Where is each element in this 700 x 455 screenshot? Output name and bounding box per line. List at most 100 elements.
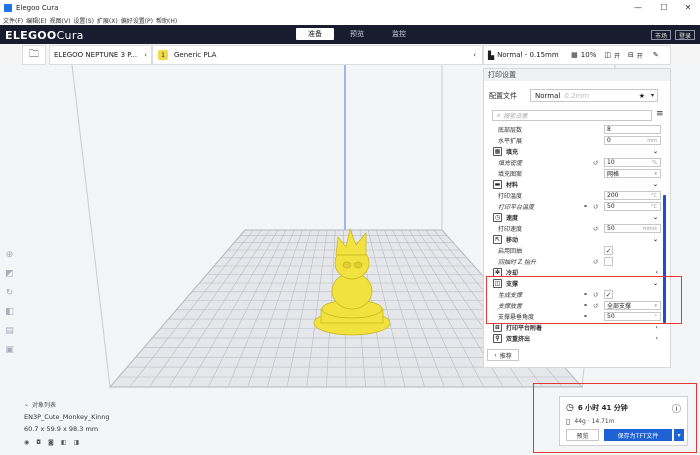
menu-help[interactable]: 帮助(H): [156, 16, 177, 25]
settings-category[interactable]: ▦ 填充 ⌄: [492, 146, 662, 157]
adhesion-state: 开: [636, 52, 643, 60]
view-3d-icon[interactable]: ◉: [24, 439, 29, 446]
linked-setting-icon[interactable]: ⚭: [583, 203, 588, 210]
chevron-left-icon: ‹: [655, 324, 658, 331]
login-button[interactable]: 登录: [675, 30, 696, 40]
category-icon: ◷: [493, 213, 502, 222]
support-blocker-icon[interactable]: ▣: [3, 343, 16, 356]
setting-input[interactable]: 50 °C: [604, 202, 661, 211]
setting-select[interactable]: 网格 ▾: [604, 169, 661, 178]
mirror-tool-icon[interactable]: ◧: [3, 305, 16, 318]
setting-input[interactable]: 10%: [604, 158, 661, 167]
search-icon: ⌕: [497, 111, 501, 119]
view-front-icon[interactable]: ◘: [36, 439, 41, 446]
settings-menu-icon[interactable]: ≡: [656, 109, 664, 119]
star-icon[interactable]: ★: [639, 92, 645, 100]
tab-prepare[interactable]: 准备: [296, 28, 334, 40]
menu-settings[interactable]: 设置(S): [73, 16, 94, 25]
close-button[interactable]: ✕: [676, 0, 700, 15]
category-icon: ▬: [493, 180, 502, 189]
view-buttons: ◉ ◘ ◙ ◧ ◨: [24, 439, 110, 446]
setting-input[interactable]: 50 mm/s: [604, 224, 661, 233]
reset-icon[interactable]: ↺: [593, 159, 599, 167]
maximize-button[interactable]: ☐: [652, 0, 676, 15]
elegoo-cura-logo: ELEGOOCura: [5, 29, 84, 42]
setting-unit: %: [652, 159, 657, 166]
chevron-left-icon: ⌄: [652, 148, 658, 155]
title-bar: Elegoo Cura — ☐ ✕: [0, 0, 700, 15]
recommended-button[interactable]: ‹ 推荐: [487, 349, 519, 361]
setting-label: 底部层数: [498, 127, 523, 134]
settings-search-input[interactable]: ⌕ 搜索设置: [492, 110, 652, 121]
object-dimensions: 60.7 x 59.9 x 98.3 mm: [24, 425, 99, 433]
setting-label: 填充图案: [498, 171, 523, 178]
view-right-icon[interactable]: ◨: [74, 439, 80, 446]
infill-percent: 10%: [580, 51, 597, 59]
setting-unit: °C: [651, 203, 657, 210]
settings-category[interactable]: ▬ 材料 ⌄: [492, 179, 662, 190]
settings-category[interactable]: ◷ 速度 ⌄: [492, 212, 662, 223]
tab-monitor[interactable]: 监控: [380, 28, 418, 40]
menu-edit[interactable]: 编辑(E): [26, 16, 46, 25]
material-selector[interactable]: 1 Generic PLA ‹: [152, 45, 483, 65]
marketplace-button[interactable]: 市场: [651, 30, 672, 40]
profile-label: 配置文件: [489, 92, 517, 100]
chevron-down-icon: ▾: [650, 92, 654, 99]
search-placeholder: 搜索设置: [503, 113, 528, 120]
profile-dropdown[interactable]: Normal 0.2mm ★ ▾: [530, 89, 658, 102]
material-name: Generic PLA: [174, 51, 217, 59]
menu-preferences[interactable]: 偏好设置(P): [121, 16, 153, 25]
chevron-left-icon: ‹: [655, 269, 658, 276]
setting-input[interactable]: 8: [604, 125, 661, 134]
setting-label: 打印平台温度: [498, 204, 535, 211]
recommended-label: 推荐: [499, 352, 512, 360]
left-toolbar: ⊕ ◩ ↻ ◧ ▤ ▣: [3, 248, 17, 362]
setting-input[interactable]: 200 °C: [604, 191, 661, 200]
printer-selector[interactable]: ELEGOO NEPTUNE 3 P... ‹: [49, 45, 152, 65]
move-tool-icon[interactable]: ⊕: [3, 248, 16, 261]
setting-input[interactable]: 0 mm: [604, 136, 661, 145]
minimize-button[interactable]: —: [626, 0, 650, 15]
edit-icon[interactable]: ✎: [653, 51, 659, 59]
object-info: ⌄ 对象列表 EN3P_Cute_Monkey_Kinng 60.7 x 59.…: [24, 400, 110, 446]
setting-value: 10: [607, 159, 615, 166]
print-highlight-box: [533, 383, 697, 453]
settings-category[interactable]: ⚲ 双重挤出 ‹: [492, 333, 662, 344]
print-settings-summary[interactable]: ▙ Normal - 0.15mm ▦ 10% ◫ 开 ⊟ 开 ✎: [483, 45, 671, 65]
tab-preview[interactable]: 预览: [338, 28, 376, 40]
setting-checkbox[interactable]: [604, 257, 613, 266]
per-model-settings-icon[interactable]: ▤: [3, 324, 16, 337]
setting-row: 打印平台温度 ⚭ ↺ 50 °C: [492, 201, 662, 212]
app-header: ELEGOOCura 准备 预览 监控 市场 登录: [0, 25, 700, 44]
support-state: 开: [613, 52, 620, 60]
setting-value: 网格: [607, 171, 620, 178]
setting-checkbox[interactable]: ✓: [604, 246, 613, 255]
menu-extensions[interactable]: 扩展(X): [97, 16, 118, 25]
chevron-down-icon: ▾: [654, 170, 657, 177]
menu-file[interactable]: 文件(F): [3, 16, 23, 25]
scale-tool-icon[interactable]: ◩: [3, 267, 16, 280]
app-icon: [4, 3, 12, 12]
setting-label: 打印温度: [498, 193, 523, 200]
object-name: EN3P_Cute_Monkey_Kinng: [24, 413, 110, 421]
menu-view[interactable]: 视图(V): [50, 16, 71, 25]
setting-value: 8: [607, 126, 611, 133]
setting-value: 200: [607, 192, 619, 199]
settings-category[interactable]: ⇱ 移动 ⌄: [492, 234, 662, 245]
setting-label: 填充密度: [498, 160, 523, 167]
setting-unit: mm/s: [642, 225, 657, 232]
extruder-badge: 1: [158, 50, 168, 60]
open-file-button[interactable]: 🗀: [22, 45, 46, 65]
printer-name: ELEGOO NEPTUNE 3 P...: [54, 51, 138, 59]
view-left-icon[interactable]: ◧: [61, 439, 67, 446]
rotate-tool-icon[interactable]: ↻: [3, 286, 16, 299]
folder-icon: 🗀: [29, 48, 39, 60]
reset-icon[interactable]: ↺: [593, 203, 599, 211]
reset-icon[interactable]: ↺: [593, 225, 599, 233]
reset-icon[interactable]: ↺: [593, 258, 599, 266]
chevron-down-icon[interactable]: ⌄: [24, 401, 29, 408]
chevron-down-icon: ⌄: [652, 236, 658, 243]
chevron-left-icon: ⌄: [652, 214, 658, 221]
view-top-icon[interactable]: ◙: [48, 439, 54, 446]
setting-row: 打印速度 ↺ 50 mm/s: [492, 223, 662, 234]
